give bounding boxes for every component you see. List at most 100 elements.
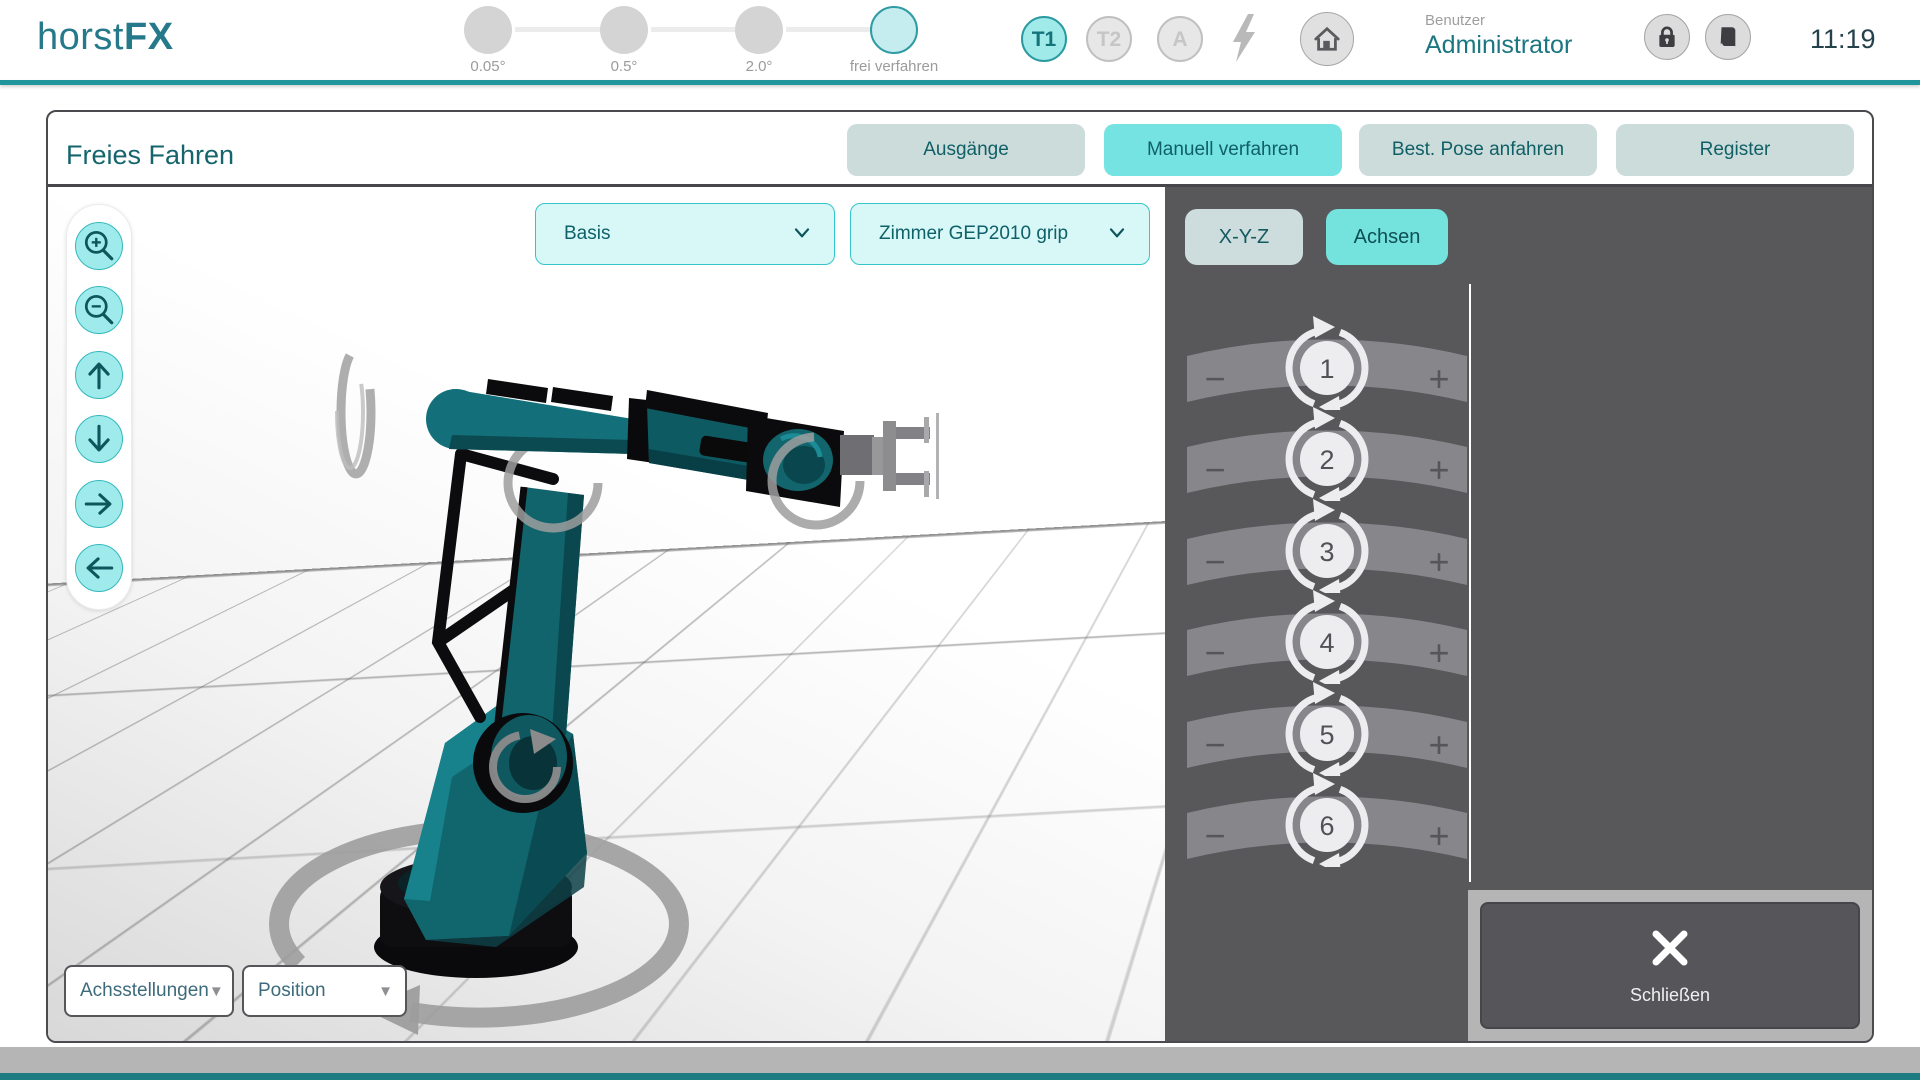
mode-t1-button[interactable]: T1 — [1021, 16, 1067, 62]
step-label: 0.5° — [554, 58, 694, 75]
axis-1-plus-button[interactable]: + — [1428, 358, 1449, 399]
axis-4-minus-button[interactable]: − — [1204, 632, 1225, 673]
book-icon — [1715, 23, 1741, 51]
home-icon — [1312, 25, 1342, 53]
axis-4-control: − + 4 — [1177, 584, 1477, 684]
logo-thin: horst — [37, 16, 124, 58]
rotate-arrow-icon — [1313, 407, 1335, 429]
horstfx-screen: horstFX 0.05° 0.5° 2.0° frei verfahren T… — [0, 0, 1920, 1080]
bottom-gray-strip — [0, 1047, 1920, 1073]
axis-6-plus-button[interactable]: + — [1428, 815, 1449, 856]
user-label: Benutzer — [1425, 12, 1572, 29]
tool-select[interactable]: Zimmer GEP2010 grip — [850, 203, 1150, 265]
frame-select[interactable]: Basis — [535, 203, 835, 265]
rotate-arrow-icon — [1313, 316, 1335, 338]
axis-2-minus-button[interactable]: − — [1204, 449, 1225, 490]
svg-text:−: − — [1204, 815, 1225, 856]
axis-5-plus-button[interactable]: + — [1428, 724, 1449, 765]
view-controls — [66, 204, 132, 610]
rotate-arrow-icon — [1313, 773, 1335, 795]
home-button[interactable] — [1300, 12, 1354, 66]
svg-text:−: − — [1204, 358, 1225, 399]
jog-tab-xyz[interactable]: X-Y-Z — [1185, 209, 1303, 265]
arrow-left-icon — [79, 548, 119, 588]
user-block[interactable]: Benutzer Administrator — [1425, 12, 1572, 60]
svg-text:+: + — [1428, 449, 1449, 490]
svg-text:−: − — [1204, 449, 1225, 490]
close-button[interactable]: Schließen — [1480, 902, 1860, 1029]
manual-button[interactable] — [1705, 14, 1751, 60]
step-connector — [786, 27, 871, 32]
tab-ausgaenge[interactable]: Ausgänge — [847, 124, 1085, 176]
zoom-out-button[interactable] — [75, 286, 123, 334]
rotate-arrow-icon — [1313, 499, 1335, 521]
step-label: frei verfahren — [824, 58, 964, 75]
svg-text:−: − — [1204, 541, 1225, 582]
axis-2-plus-button[interactable]: + — [1428, 449, 1449, 490]
axis-1-control: − + 1 — [1177, 310, 1477, 410]
robot-3d-viewport[interactable]: Basis Zimmer GEP2010 grip Achsstellungen… — [48, 187, 1165, 1041]
frame-select-value: Basis — [564, 223, 790, 245]
robot-arm-illustration — [48, 187, 1165, 1041]
step-frei-verfahren[interactable] — [870, 6, 918, 54]
step-label: 0.05° — [418, 58, 558, 75]
topbar: horstFX 0.05° 0.5° 2.0° frei verfahren T… — [0, 0, 1920, 80]
axis-6-minus-button[interactable]: − — [1204, 815, 1225, 856]
svg-text:+: + — [1428, 724, 1449, 765]
user-name: Administrator — [1425, 31, 1572, 60]
logo-bold: FX — [124, 16, 174, 58]
page-title: Freies Fahren — [66, 140, 234, 171]
tab-manuell-verfahren[interactable]: Manuell verfahren — [1104, 124, 1342, 176]
lock-button[interactable] — [1644, 14, 1690, 60]
svg-text:+: + — [1428, 632, 1449, 673]
axis-number: 3 — [1319, 537, 1334, 567]
chevron-down-icon — [790, 222, 814, 247]
pan-left-button[interactable] — [75, 544, 123, 592]
svg-text:−: − — [1204, 632, 1225, 673]
tab-best-pose-anfahren[interactable]: Best. Pose anfahren — [1359, 124, 1597, 176]
rotate-arrow-icon — [1313, 590, 1335, 612]
achsstellungen-dropdown[interactable]: Achsstellungen ▼ — [64, 965, 234, 1017]
mode-a-button[interactable]: A — [1157, 16, 1203, 62]
step-0-05[interactable] — [464, 6, 512, 54]
axis-number: 2 — [1319, 445, 1334, 475]
svg-text:+: + — [1428, 358, 1449, 399]
axis-5-control: − + 5 — [1177, 676, 1477, 776]
step-0-5[interactable] — [600, 6, 648, 54]
step-2-0[interactable] — [735, 6, 783, 54]
axis-6-control: − + 6 — [1177, 767, 1477, 867]
chevron-down-icon — [1105, 222, 1129, 247]
rotate-arrow-icon — [1313, 682, 1335, 704]
app-logo: horstFX — [37, 16, 174, 59]
axis-1-minus-button[interactable]: − — [1204, 358, 1225, 399]
tool-select-value: Zimmer GEP2010 grip — [879, 223, 1105, 245]
main-panel: Freies Fahren Ausgänge Manuell verfahren… — [46, 110, 1874, 1043]
close-label: Schließen — [1630, 985, 1710, 1006]
triangle-down-icon: ▼ — [378, 983, 393, 1000]
axis-3-minus-button[interactable]: − — [1204, 541, 1225, 582]
bottom-accent-line — [0, 1073, 1920, 1080]
arrow-up-icon — [79, 355, 119, 395]
axis-3-plus-button[interactable]: + — [1428, 541, 1449, 582]
position-dropdown[interactable]: Position ▼ — [242, 965, 407, 1017]
zoom-in-button[interactable] — [75, 222, 123, 270]
jog-tab-achsen[interactable]: Achsen — [1326, 209, 1448, 265]
power-lightning-icon[interactable] — [1224, 12, 1264, 71]
axis-4-plus-button[interactable]: + — [1428, 632, 1449, 673]
close-area: Schließen — [1468, 890, 1872, 1041]
pan-down-button[interactable] — [75, 415, 123, 463]
tab-register[interactable]: Register — [1616, 124, 1854, 176]
pan-right-button[interactable] — [75, 480, 123, 528]
arrow-right-icon — [79, 484, 119, 524]
close-icon — [1648, 926, 1692, 975]
axis-5-minus-button[interactable]: − — [1204, 724, 1225, 765]
mode-t2-button[interactable]: T2 — [1086, 16, 1132, 62]
step-label: 2.0° — [689, 58, 829, 75]
topbar-accent-line — [0, 80, 1920, 85]
rotate-arrow-icon — [1319, 853, 1341, 867]
axis-number: 4 — [1319, 628, 1334, 658]
clock: 11:19 — [1810, 24, 1876, 55]
position-label: Position — [258, 980, 378, 1002]
arrow-down-icon — [79, 419, 119, 459]
pan-up-button[interactable] — [75, 351, 123, 399]
